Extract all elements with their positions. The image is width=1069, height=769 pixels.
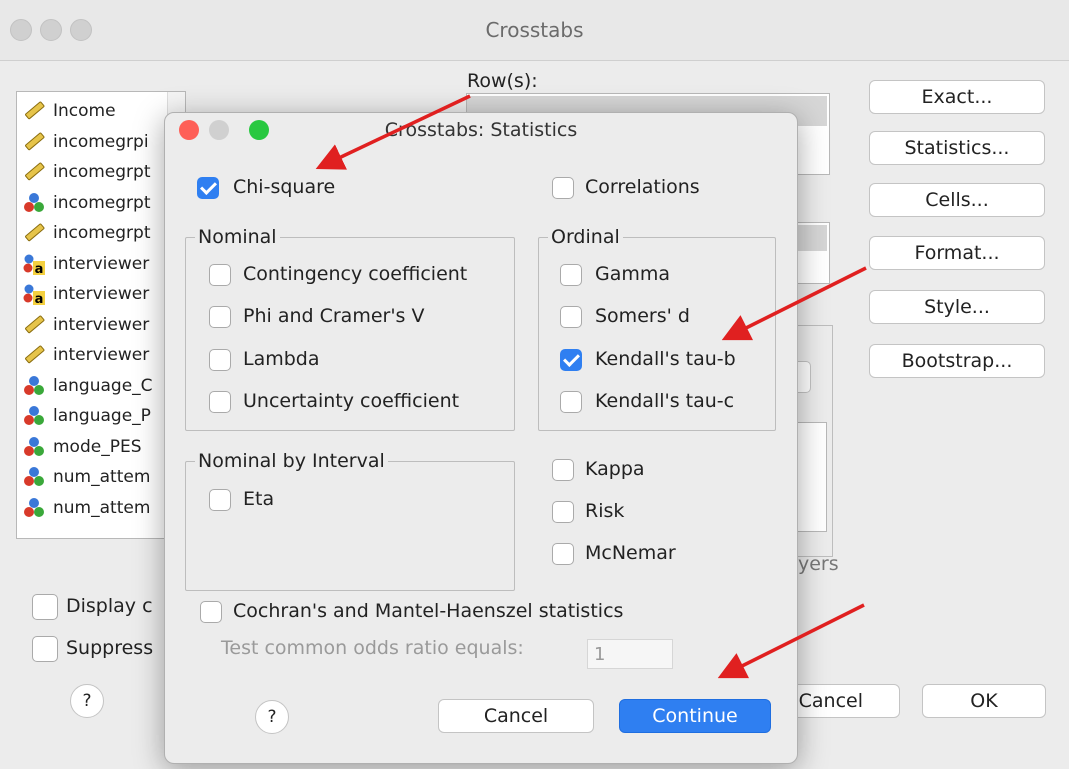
arrow-to-chi-square — [315, 94, 471, 170]
arrow-to-continue — [717, 603, 865, 679]
annotation-arrows — [315, 94, 867, 679]
arrow-to-kendalls-tau-b — [721, 266, 867, 341]
